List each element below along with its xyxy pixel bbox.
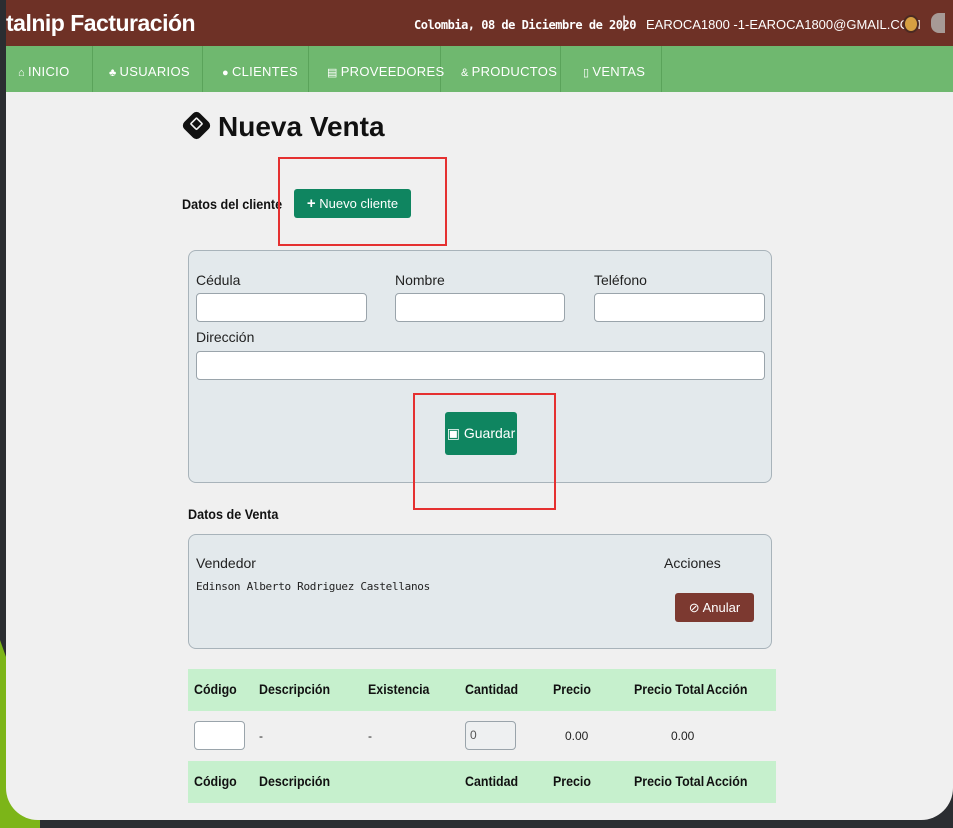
users-icon: ♣ bbox=[109, 67, 117, 79]
row-precio: 0.00 bbox=[565, 729, 589, 743]
telefono-field[interactable] bbox=[594, 293, 765, 322]
col-descripcion: Descripción bbox=[259, 682, 331, 697]
nav-clientes-label: CLIENTES bbox=[231, 64, 298, 79]
footer-col-precio-total: Precio Total bbox=[634, 774, 705, 789]
nav-clientes[interactable]: ● CLIENTES bbox=[203, 46, 309, 92]
page-title: Nueva Venta bbox=[180, 109, 385, 143]
vendor-name: Edinson Alberto Rodriguez Castellanos bbox=[196, 580, 430, 593]
codigo-input[interactable] bbox=[194, 721, 245, 750]
home-icon: ⌂ bbox=[18, 67, 25, 79]
nombre-field[interactable] bbox=[395, 293, 565, 322]
col-precio-total: Precio Total bbox=[634, 682, 705, 697]
cancel-sale-button[interactable]: ⊘ Anular bbox=[675, 593, 754, 622]
page-title-text: Nueva Venta bbox=[218, 111, 385, 142]
avatar-overflow[interactable] bbox=[931, 13, 945, 33]
nav-proveedores-label: PROVEEDORES bbox=[340, 64, 445, 79]
cedula-field[interactable] bbox=[196, 293, 367, 322]
row-existencia: - bbox=[368, 729, 372, 743]
cantidad-input[interactable]: 0 bbox=[465, 721, 516, 750]
highlight-box-save bbox=[413, 393, 556, 510]
top-bar: talnip Facturación Colombia, 08 de Dicie… bbox=[6, 0, 953, 46]
direccion-field[interactable] bbox=[196, 351, 765, 380]
footer-col-cantidad: Cantidad bbox=[465, 774, 519, 789]
box-icon bbox=[180, 109, 213, 142]
products-table-footer: Código Descripción Cantidad Precio Preci… bbox=[188, 761, 776, 803]
cubes-icon: & bbox=[461, 67, 469, 79]
footer-col-precio: Precio bbox=[553, 774, 591, 789]
products-table-header: Código Descripción Existencia Cantidad P… bbox=[188, 669, 776, 711]
footer-col-accion: Acción bbox=[706, 774, 748, 789]
col-codigo: Código bbox=[194, 682, 237, 697]
sale-section-label: Datos de Venta bbox=[188, 506, 279, 522]
footer-col-descripcion: Descripción bbox=[259, 774, 331, 789]
nav-usuarios-label: USUARIOS bbox=[119, 64, 190, 79]
nav-productos-label: PRODUCTOS bbox=[471, 64, 558, 79]
vendor-label: Vendedor bbox=[196, 555, 256, 571]
row-precio-total: 0.00 bbox=[671, 729, 695, 743]
nav-ventas[interactable]: ▯ VENTAS bbox=[561, 46, 662, 92]
user-avatar-icon[interactable] bbox=[903, 15, 919, 33]
nombre-label: Nombre bbox=[395, 272, 445, 288]
user-icon: ● bbox=[222, 67, 229, 79]
current-date: Colombia, 08 de Diciembre de 2020 bbox=[414, 18, 636, 32]
ban-icon: ⊘ bbox=[688, 600, 700, 615]
row-descripcion: - bbox=[259, 729, 263, 743]
nav-productos[interactable]: & PRODUCTOS bbox=[441, 46, 561, 92]
col-accion: Acción bbox=[706, 682, 748, 697]
telefono-label: Teléfono bbox=[594, 272, 647, 288]
nav-proveedores[interactable]: ▤ PROVEEDORES bbox=[309, 46, 444, 92]
highlight-box-new-client bbox=[278, 157, 447, 246]
cantidad-value: 0 bbox=[470, 728, 477, 742]
col-existencia: Existencia bbox=[368, 682, 430, 697]
col-cantidad: Cantidad bbox=[465, 682, 519, 697]
table-row: - - 0 0.00 0.00 bbox=[188, 711, 776, 761]
main-nav: ⌂ INICIO ♣ USUARIOS ● CLIENTES ▤ PROVEEDORES… bbox=[6, 46, 953, 92]
nav-ventas-label: VENTAS bbox=[592, 64, 646, 79]
direccion-label: Dirección bbox=[196, 329, 255, 345]
header-separator: | bbox=[622, 14, 627, 31]
cancel-sale-button-label: Anular bbox=[702, 600, 741, 615]
app-window: talnip Facturación Colombia, 08 de Dicie… bbox=[6, 0, 953, 820]
sale-info-panel: Vendedor Edinson Alberto Rodriguez Caste… bbox=[188, 534, 772, 649]
actions-label: Acciones bbox=[664, 555, 721, 571]
building-icon: ▤ bbox=[327, 67, 338, 79]
footer-col-codigo: Código bbox=[194, 774, 237, 789]
cedula-label: Cédula bbox=[196, 272, 241, 288]
nav-usuarios[interactable]: ♣ USUARIOS bbox=[93, 46, 203, 92]
client-section-label: Datos del cliente bbox=[182, 196, 283, 212]
col-precio: Precio bbox=[553, 682, 591, 697]
file-icon: ▯ bbox=[583, 67, 590, 79]
nav-inicio-label: INICIO bbox=[27, 64, 70, 79]
app-title: talnip Facturación bbox=[6, 10, 196, 36]
user-email[interactable]: EAROCA1800 -1-EAROCA1800@GMAIL.COM bbox=[646, 17, 921, 32]
nav-inicio[interactable]: ⌂ INICIO bbox=[6, 46, 93, 92]
